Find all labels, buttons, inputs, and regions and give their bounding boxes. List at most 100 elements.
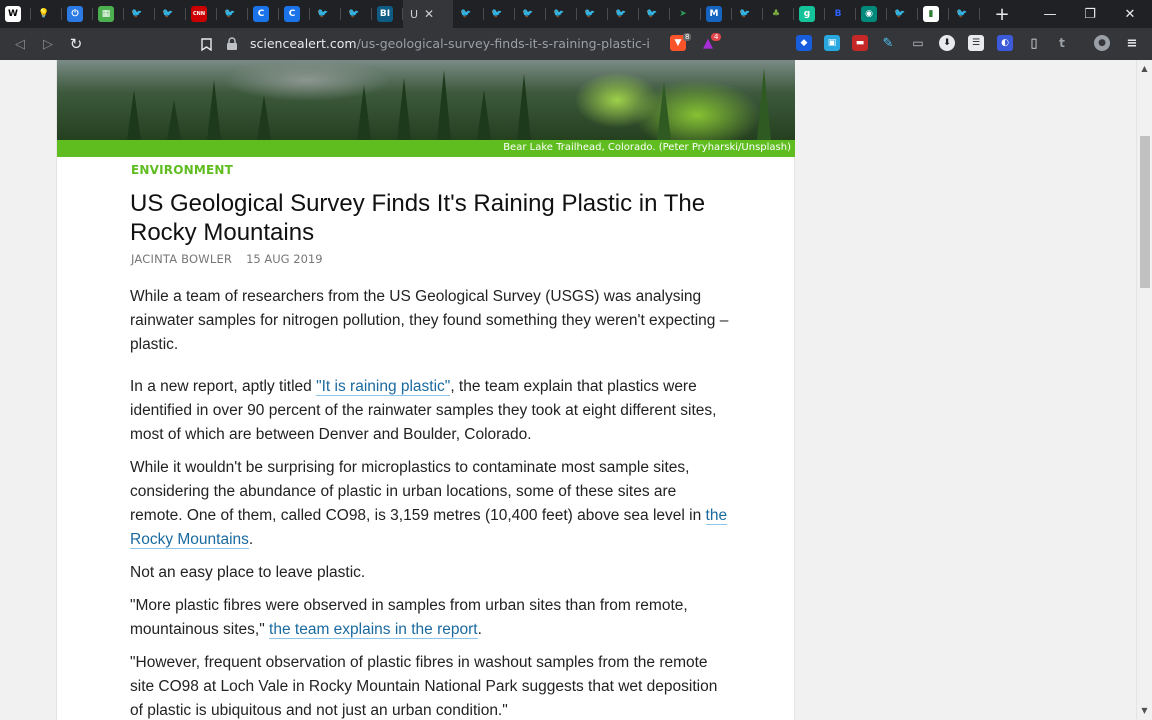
paragraph: In a new report, aptly titled "It is rai…	[130, 375, 730, 447]
browser-tab[interactable]: g	[794, 0, 825, 28]
active-tab[interactable]: U ✕	[403, 0, 453, 28]
browser-tab[interactable]: ➤	[670, 0, 701, 28]
browser-tab[interactable]: ⏻	[62, 0, 93, 28]
forward-icon[interactable]: ▷	[36, 32, 60, 56]
browser-tab[interactable]: 🐦	[124, 0, 155, 28]
browser-tab[interactable]: M	[701, 0, 732, 28]
browser-tab[interactable]: 🐦	[577, 0, 608, 28]
browser-tab[interactable]: B	[825, 0, 856, 28]
twitter-icon: 🐦	[222, 6, 238, 22]
browser-tab[interactable]: 🐦	[341, 0, 372, 28]
browser-tab[interactable]: 🐦	[887, 0, 918, 28]
paragraph-text: While it wouldn't be surprising for micr…	[130, 459, 706, 524]
arrow-logo-icon: ➤	[675, 6, 691, 22]
b-logo-icon: B	[830, 6, 846, 22]
reader-extension-icon[interactable]: ▭	[910, 35, 926, 51]
restore-icon[interactable]: ❐	[1070, 0, 1110, 28]
new-tab-button[interactable]: +	[992, 4, 1012, 25]
tumblr-extension-icon[interactable]: t	[1054, 35, 1070, 51]
browser-tab[interactable]: ▮	[918, 0, 949, 28]
browser-tab[interactable]: C	[279, 0, 310, 28]
browser-tab[interactable]: 🐦	[217, 0, 248, 28]
paragraph: Not an easy place to leave plastic.	[130, 564, 366, 581]
web-page: Bear Lake Trailhead, Colorado. (Peter Pr…	[0, 60, 1152, 720]
twitter-icon: 🐦	[892, 6, 908, 22]
paragraph: While a team of researchers from the US …	[130, 288, 729, 353]
close-window-icon[interactable]: ✕	[1110, 0, 1150, 28]
paragraph-text: .	[477, 621, 482, 638]
twitter-icon: 🐦	[315, 6, 331, 22]
translate-extension-icon[interactable]: ◐	[997, 35, 1013, 51]
browser-tab[interactable]: 🐦	[310, 0, 341, 28]
brave-shield-badge: 8	[683, 33, 692, 41]
browser-tab[interactable]: 💡	[31, 0, 62, 28]
url-domain: sciencealert.com	[250, 35, 357, 51]
browser-tab[interactable]: W	[0, 0, 31, 28]
profile-avatar-icon[interactable]: ●	[1094, 35, 1110, 51]
lightbulb-icon: 💡	[36, 6, 52, 22]
bookmark-icon[interactable]	[194, 32, 218, 56]
browser-tab[interactable]: 🐦	[515, 0, 546, 28]
browser-tab[interactable]: 🐦	[484, 0, 515, 28]
category-link[interactable]: ENVIRONMENT	[131, 163, 233, 177]
back-icon[interactable]: ◁	[8, 32, 32, 56]
notes-extension-icon[interactable]: ☰	[968, 35, 984, 51]
team-report-link[interactable]: the team explains in the report	[269, 621, 478, 639]
twitter-icon: 🐦	[129, 6, 145, 22]
browser-tab[interactable]: 🐦	[732, 0, 763, 28]
url-path: /us-geological-survey-finds-it-s-raining…	[356, 35, 650, 51]
cnn-icon: CNN	[191, 6, 207, 22]
paragraph: While it wouldn't be surprising for micr…	[130, 456, 730, 552]
report-link[interactable]: "It is raining plastic"	[316, 378, 451, 396]
browser-tab[interactable]: CNN	[186, 0, 217, 28]
screenshot-extension-icon[interactable]: ▣	[824, 35, 840, 51]
m-logo-icon: M	[706, 6, 722, 22]
chart-icon: ▮	[923, 6, 939, 22]
c-logo-icon: C	[284, 6, 300, 22]
close-tab-icon[interactable]: ✕	[424, 7, 434, 21]
article-title: US Geological Survey Finds It's Raining …	[130, 190, 706, 246]
browser-tab[interactable]: 🐦	[608, 0, 639, 28]
reading-list-icon[interactable]: ▯	[1026, 35, 1042, 51]
download-extension-icon[interactable]: ⬇	[939, 35, 955, 51]
browser-tab[interactable]: C	[248, 0, 279, 28]
hero-photo	[57, 60, 795, 140]
browser-tab[interactable]: 🐦	[155, 0, 186, 28]
page-scrollbar[interactable]: ▲ ▼	[1136, 60, 1152, 720]
paragraph: "However, frequent observation of plasti…	[130, 654, 718, 719]
browser-tab[interactable]: ▦	[93, 0, 124, 28]
reload-icon[interactable]: ↻	[64, 32, 88, 56]
twitter-icon: 🐦	[346, 6, 362, 22]
browser-tab[interactable]: BI	[372, 0, 403, 28]
twitter-icon: 🐦	[520, 6, 536, 22]
scrollbar-thumb[interactable]	[1140, 136, 1150, 288]
minimize-icon[interactable]: —	[1030, 0, 1070, 28]
c-logo-icon: C	[253, 6, 269, 22]
scroll-up-icon[interactable]: ▲	[1137, 62, 1152, 74]
article-body: While a team of researchers from the US …	[130, 285, 730, 720]
bitwarden-icon[interactable]: ◆	[796, 35, 812, 51]
browser-tab[interactable]: 🐦	[949, 0, 980, 28]
paragraph-text: .	[248, 531, 254, 548]
pocket-extension-icon[interactable]: ▬	[852, 35, 868, 51]
photo-caption: Bear Lake Trailhead, Colorado. (Peter Pr…	[503, 142, 791, 153]
globe-icon: ◉	[861, 6, 877, 22]
address-bar[interactable]: sciencealert.com/us-geological-survey-fi…	[226, 32, 660, 54]
browser-tab[interactable]: 🐦	[453, 0, 484, 28]
url-text[interactable]: sciencealert.com/us-geological-survey-fi…	[250, 36, 650, 51]
menu-icon[interactable]: ≡	[1124, 35, 1140, 51]
browser-tab[interactable]: ♣	[763, 0, 794, 28]
twitter-icon: 🐦	[160, 6, 176, 22]
twitter-icon: 🐦	[737, 6, 753, 22]
byline: JACINTA BOWLER 15 AUG 2019	[131, 252, 323, 266]
browser-tab[interactable]: ◉	[856, 0, 887, 28]
article: Bear Lake Trailhead, Colorado. (Peter Pr…	[56, 60, 795, 720]
twitter-icon: 🐦	[551, 6, 567, 22]
scroll-down-icon[interactable]: ▼	[1137, 704, 1152, 716]
highlighter-icon[interactable]: ✎	[880, 35, 896, 51]
lock-icon[interactable]	[226, 36, 240, 50]
author-link[interactable]: JACINTA BOWLER	[131, 252, 232, 266]
browser-tab[interactable]: 🐦	[639, 0, 670, 28]
browser-tab[interactable]: 🐦	[546, 0, 577, 28]
twitter-icon: 🐦	[582, 6, 598, 22]
